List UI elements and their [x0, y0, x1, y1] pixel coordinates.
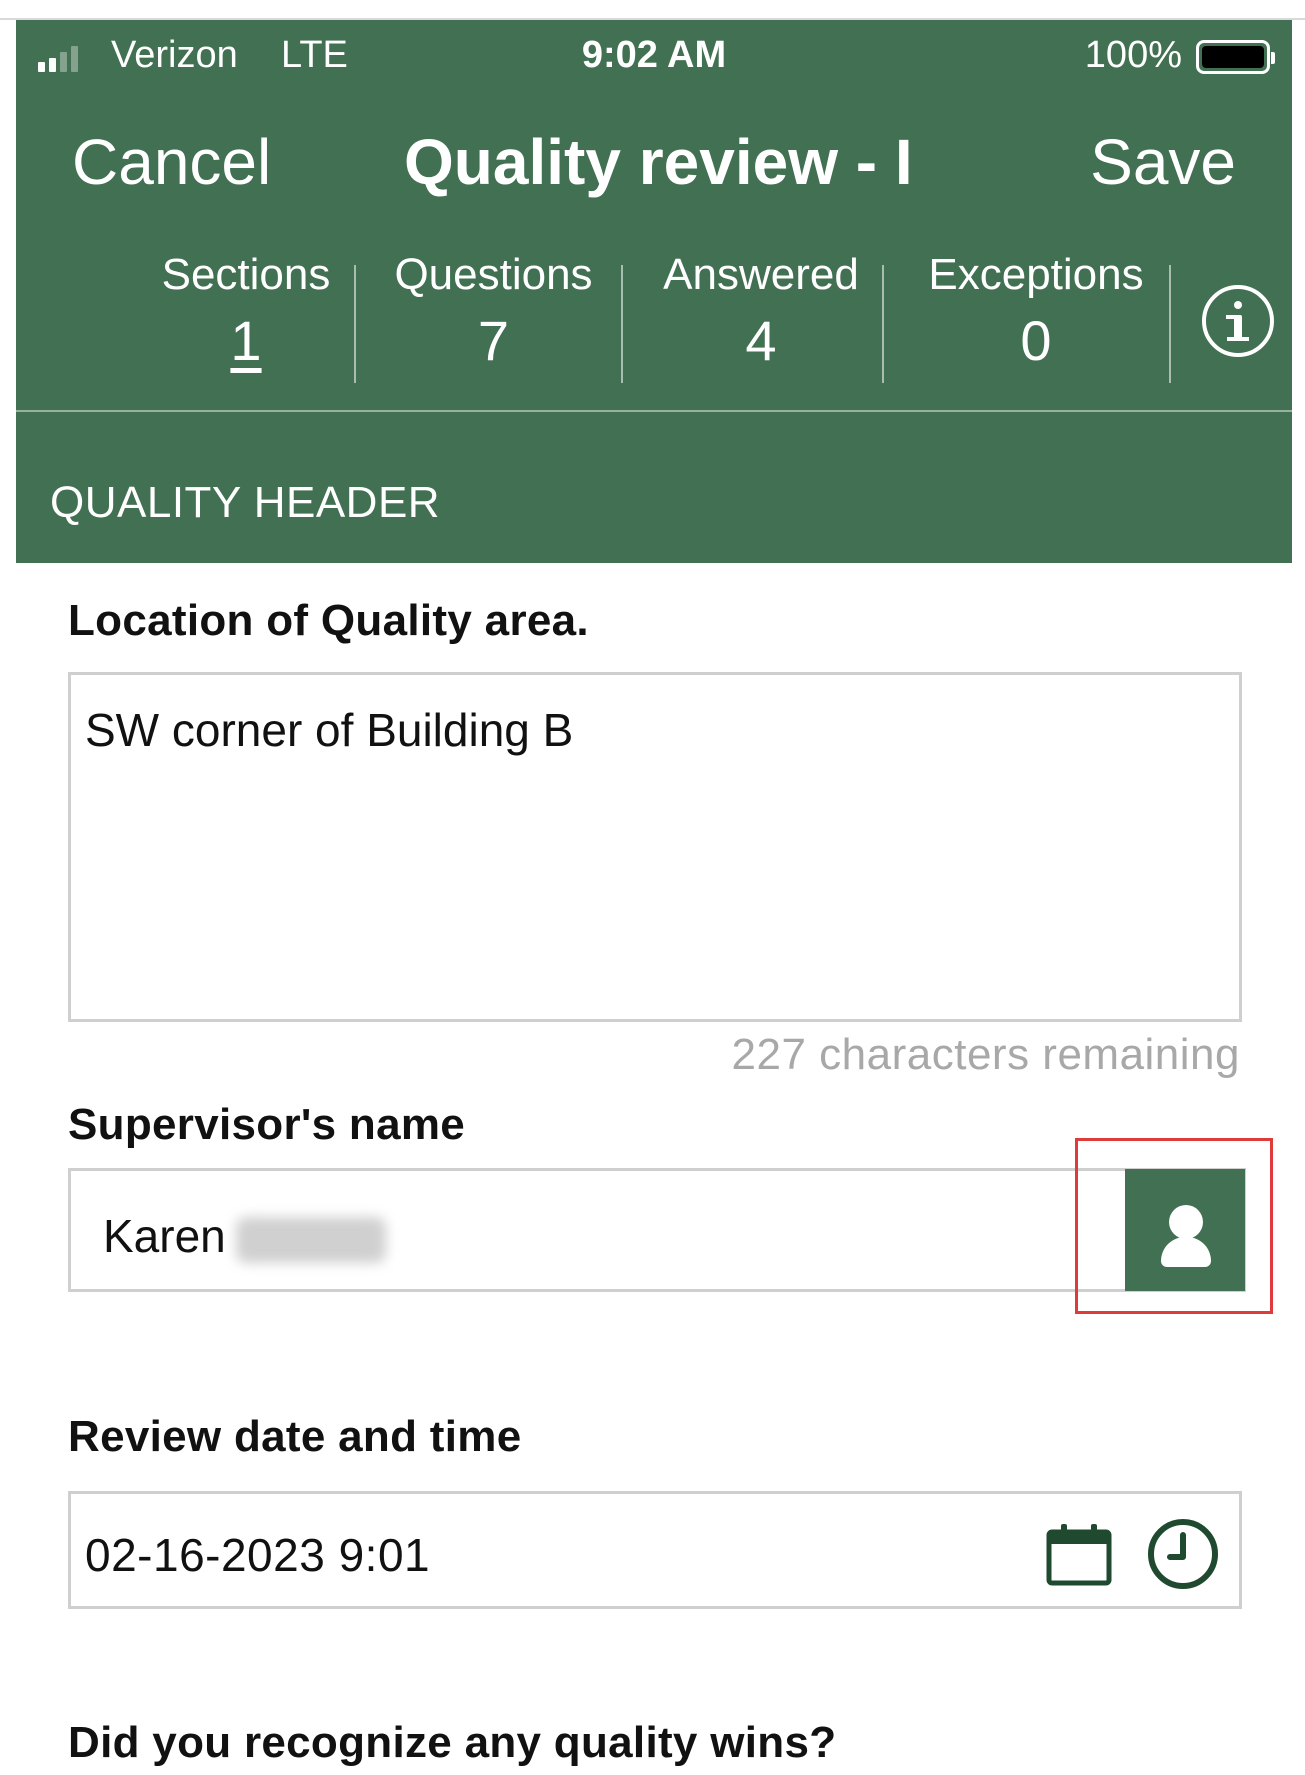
header-divider	[16, 410, 1292, 412]
stat-label: Exceptions	[928, 250, 1144, 299]
stat-questions: Questions 7	[371, 250, 616, 376]
battery-icon	[1196, 40, 1275, 74]
stat-divider	[882, 265, 884, 383]
top-rule	[0, 0, 1305, 20]
clock-icon[interactable]	[1146, 1517, 1220, 1591]
supervisor-first-name: Karen	[103, 1210, 226, 1262]
review-date-value: 02-16-2023 9:01	[85, 1529, 431, 1581]
stat-divider	[1169, 265, 1171, 383]
location-value: SW corner of Building B	[85, 704, 574, 756]
battery-percent: 100%	[1084, 34, 1182, 76]
section-title: QUALITY HEADER	[50, 478, 441, 527]
save-button[interactable]: Save	[1090, 125, 1236, 199]
stat-exceptions: Exceptions 0	[901, 250, 1171, 376]
stat-value: 4	[745, 309, 777, 372]
app-header: Verizon LTE 9:02 AM 100% Cancel Quality …	[16, 20, 1292, 563]
supervisor-input[interactable]: Karen	[68, 1168, 1246, 1292]
quality-wins-label: Did you recognize any quality wins?	[68, 1718, 837, 1767]
location-label: Location of Quality area.	[68, 596, 589, 645]
stat-divider	[621, 265, 623, 383]
highlight-box	[1075, 1138, 1273, 1314]
stat-value[interactable]: 1	[136, 306, 356, 376]
stat-sections[interactable]: Sections 1	[136, 250, 356, 376]
stat-divider	[354, 265, 356, 383]
stat-label: Questions	[394, 250, 593, 299]
calendar-icon[interactable]	[1046, 1522, 1112, 1586]
stat-label: Answered	[663, 250, 859, 299]
status-bar: Verizon LTE 9:02 AM 100%	[16, 20, 1292, 92]
supervisor-label: Supervisor's name	[68, 1100, 466, 1149]
stat-value: 7	[477, 309, 510, 372]
info-icon[interactable]	[1202, 285, 1274, 357]
stat-value: 0	[1020, 309, 1052, 372]
redacted-last-name	[235, 1216, 386, 1263]
review-date-input[interactable]: 02-16-2023 9:01	[68, 1491, 1242, 1609]
location-textarea[interactable]: SW corner of Building B	[68, 672, 1242, 1022]
review-date-label: Review date and time	[68, 1412, 522, 1461]
stat-answered: Answered 4	[636, 250, 886, 376]
form-stats: Sections 1 Questions 7 Answered 4 Except…	[16, 250, 1292, 410]
page-title: Quality review - I	[404, 126, 913, 198]
supervisor-value: Karen	[103, 1209, 386, 1263]
cancel-button[interactable]: Cancel	[72, 125, 271, 199]
stat-label: Sections	[161, 250, 331, 299]
characters-remaining: 227 characters remaining	[731, 1030, 1240, 1079]
